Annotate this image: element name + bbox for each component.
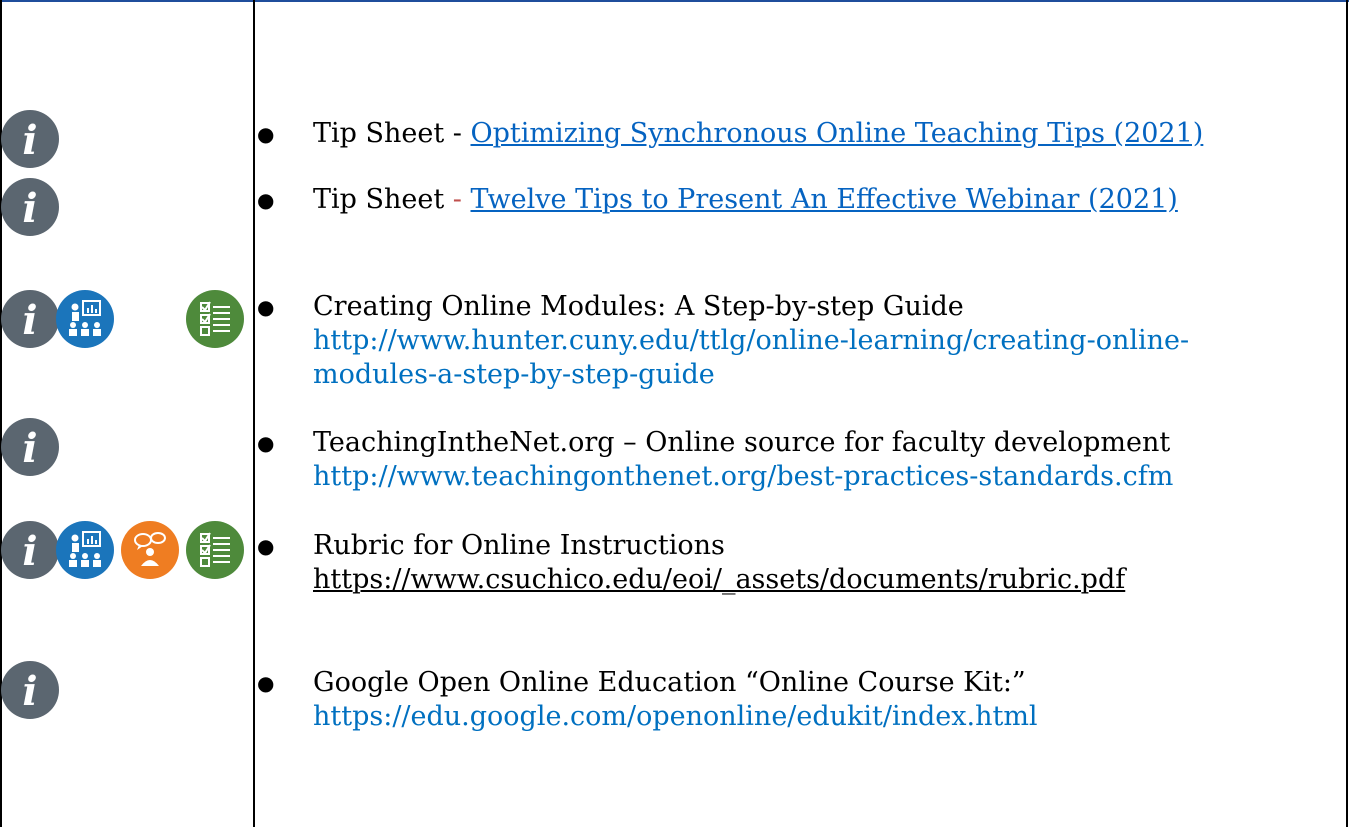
icon-cell: i: [0, 290, 253, 350]
item-label: Tip Sheet: [313, 184, 453, 215]
tip-sheet-link[interactable]: Optimizing Synchronous Online Teaching T…: [471, 118, 1204, 149]
svg-text:i: i: [22, 668, 37, 715]
icon-cell: i: [0, 178, 253, 238]
item-label: Rubric for Online Instructions: [313, 530, 725, 561]
info-icon: i: [1, 661, 59, 719]
tip-sheet-link[interactable]: Twelve Tips to Present An Effective Webi…: [471, 184, 1178, 215]
svg-text:i: i: [22, 528, 37, 575]
icon-cell: i: [0, 110, 253, 170]
info-icon: i: [1, 521, 59, 579]
separator: -: [452, 184, 462, 215]
item-label: Creating Online Modules: A Step-by-step …: [313, 291, 964, 322]
discussion-icon: [121, 521, 179, 579]
checklist-icon: [186, 290, 244, 348]
svg-text:i: i: [22, 185, 37, 232]
presentation-icon: [56, 521, 114, 579]
item-label: TeachingIntheNet.org – Online source for…: [313, 427, 1171, 458]
info-icon: i: [1, 110, 59, 168]
svg-text:i: i: [22, 425, 37, 472]
item-url[interactable]: https://edu.google.com/openonline/edukit…: [313, 700, 1038, 734]
info-icon: i: [1, 178, 59, 236]
icon-cell: i: [0, 661, 253, 721]
item-label: Tip Sheet -: [313, 118, 471, 149]
presentation-icon: [56, 290, 114, 348]
svg-text:i: i: [22, 117, 37, 164]
checklist-icon: [186, 521, 244, 579]
info-icon: i: [1, 418, 59, 476]
svg-text:i: i: [22, 297, 37, 344]
icon-cell: i: [0, 418, 253, 478]
item-url[interactable]: https://www.csuchico.edu/eoi/_assets/doc…: [313, 563, 1125, 597]
table-column-divider: [253, 0, 255, 827]
icon-cell: i: [0, 521, 253, 581]
info-icon: i: [1, 290, 59, 348]
item-url[interactable]: http://www.teachingonthenet.org/best-pra…: [313, 460, 1173, 494]
item-url[interactable]: http://www.hunter.cuny.edu/ttlg/online-l…: [313, 324, 1189, 358]
item-url-continued[interactable]: modules-a-step-by-step-guide: [313, 358, 715, 392]
table-right-border: [1346, 0, 1348, 827]
table-top-border: [0, 0, 1349, 2]
item-label: Google Open Online Education “Online Cou…: [313, 667, 1026, 698]
